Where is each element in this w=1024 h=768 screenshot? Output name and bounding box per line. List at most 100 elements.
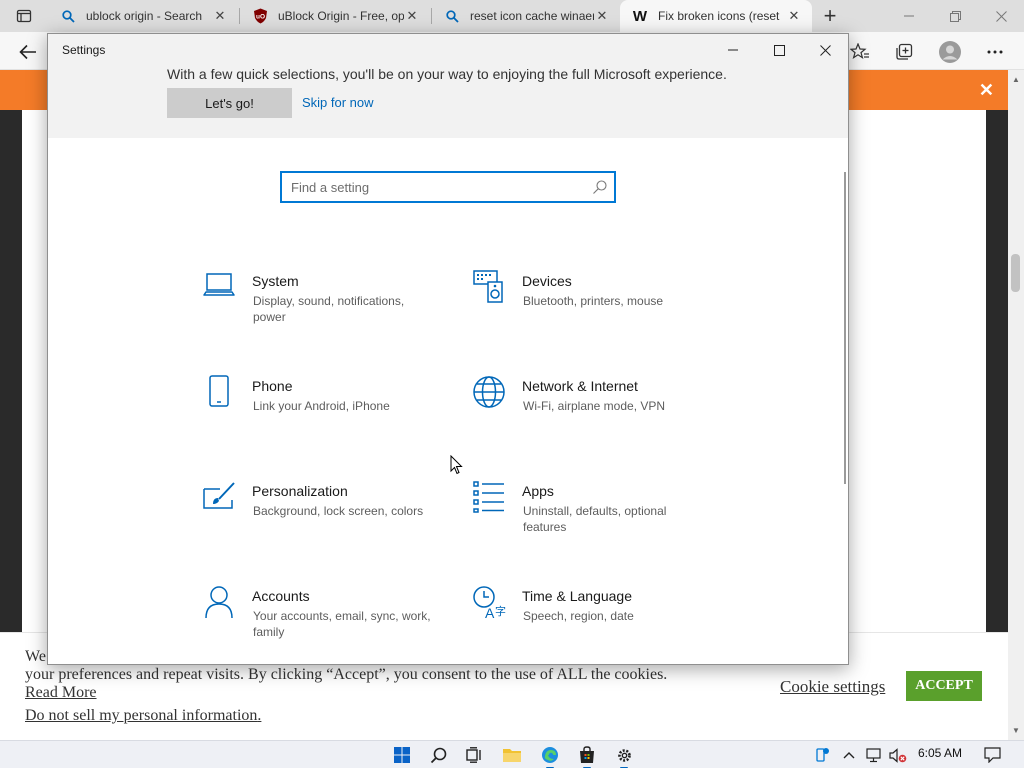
find-setting-search[interactable]: [280, 171, 616, 203]
category-description: Display, sound, notifications, power: [253, 294, 405, 324]
paintbrush-icon: [203, 482, 235, 509]
show-hidden-icons-button[interactable]: [840, 746, 858, 764]
file-explorer-button[interactable]: [500, 744, 524, 766]
person-icon: [205, 586, 233, 619]
svg-text:字: 字: [495, 604, 506, 618]
network-status-button[interactable]: [864, 746, 884, 764]
settings-title-bar: Settings: [48, 34, 848, 66]
more-menu-button[interactable]: [982, 39, 1008, 65]
volume-button[interactable]: [888, 746, 908, 764]
category-description: Speech, region, date: [523, 609, 634, 623]
collections-button[interactable]: [891, 39, 917, 65]
settings-category-devices[interactable]: Devices Bluetooth, printers, mouse: [472, 270, 712, 340]
category-description: Background, lock screen, colors: [253, 504, 424, 518]
page-scrollbar-thumb[interactable]: [1011, 254, 1020, 292]
close-tab-icon[interactable]: ✕: [786, 8, 802, 24]
settings-category-personalization[interactable]: Personalization Background, lock screen,…: [202, 480, 442, 550]
edge-browser-button[interactable]: [538, 744, 562, 768]
category-name: Devices: [522, 273, 572, 289]
do-not-sell-link[interactable]: Do not sell my personal information.: [25, 707, 261, 725]
category-name: Phone: [252, 378, 293, 394]
search-icon: [430, 747, 446, 763]
settings-minimize-button[interactable]: [710, 34, 756, 66]
category-name: Accounts: [252, 588, 310, 604]
start-button[interactable]: [390, 744, 414, 766]
category-description: Bluetooth, printers, mouse: [523, 294, 664, 308]
close-tab-icon[interactable]: ✕: [594, 8, 610, 24]
lets-go-button[interactable]: Let's go!: [167, 88, 292, 118]
category-description: Your accounts, email, sync, work, family: [253, 609, 431, 639]
settings-category-time-language[interactable]: A字 Time & Language Speech, region, date: [472, 585, 712, 655]
browser-tab-active[interactable]: W Fix broken icons (reset ✕: [620, 0, 812, 32]
settings-category-system[interactable]: System Display, sound, notifications, po…: [202, 270, 442, 340]
globe-icon: [473, 376, 505, 408]
category-name: Network & Internet: [522, 378, 638, 394]
settings-close-button[interactable]: [802, 34, 848, 66]
scroll-up-icon[interactable]: ▲: [1008, 72, 1024, 86]
tab-title: ublock origin - Search: [86, 9, 203, 23]
browser-tab[interactable]: uO uBlock Origin - Free, op ✕: [240, 0, 430, 32]
page-scrollbar[interactable]: [1008, 70, 1024, 740]
settings-app-button[interactable]: [612, 744, 636, 768]
category-name: Apps: [522, 483, 554, 499]
do-not-sell-label: Do not sell my personal information: [25, 707, 258, 724]
back-arrow-icon: [19, 44, 36, 60]
svg-text:A: A: [485, 605, 495, 619]
chevron-up-icon: [843, 752, 855, 759]
settings-scrollbar[interactable]: [844, 172, 846, 484]
skip-for-now-link[interactable]: Skip for now: [302, 95, 374, 110]
browser-close-button[interactable]: [978, 0, 1024, 32]
task-view-button[interactable]: [462, 744, 486, 766]
search-icon: [593, 180, 607, 194]
gear-icon: [617, 748, 631, 762]
more-horizontal-icon: [987, 50, 1003, 54]
taskbar-clock[interactable]: 6:05 AM: [918, 746, 962, 760]
browser-restore-button[interactable]: [932, 0, 978, 32]
read-more-link[interactable]: Read More: [25, 684, 97, 701]
ublock-icon: uO: [252, 8, 268, 24]
phone-icon: [209, 375, 229, 407]
collections-icon: [896, 43, 913, 60]
profile-button[interactable]: [937, 39, 963, 65]
notifications-button[interactable]: [982, 746, 1002, 764]
tab-title: uBlock Origin - Free, op: [278, 9, 404, 23]
settings-category-apps[interactable]: Apps Uninstall, defaults, optional featu…: [472, 480, 712, 550]
tab-actions-icon: [16, 9, 32, 23]
task-view-icon: [466, 747, 481, 763]
taskbar-search-button[interactable]: [426, 744, 450, 766]
notification-icon: [983, 747, 1001, 763]
mouse-cursor-icon: [450, 455, 463, 475]
scroll-down-icon[interactable]: ▼: [1008, 723, 1024, 737]
find-setting-input[interactable]: [291, 178, 581, 196]
settings-category-accounts[interactable]: Accounts Your accounts, email, sync, wor…: [202, 585, 442, 655]
category-name: System: [252, 273, 299, 289]
settings-category-phone[interactable]: Phone Link your Android, iPhone: [202, 375, 442, 445]
laptop-icon: [203, 273, 235, 296]
back-button[interactable]: [15, 39, 41, 65]
browser-tab-bar: ublock origin - Search ✕ uO uBlock Origi…: [0, 0, 1024, 32]
settings-maximize-button[interactable]: [756, 34, 802, 66]
tab-actions-button[interactable]: [0, 0, 48, 32]
tab-title: reset icon cache winaer: [470, 9, 594, 23]
favorites-button[interactable]: [847, 39, 873, 65]
time-language-icon: A字: [473, 586, 506, 619]
browser-minimize-button[interactable]: [886, 0, 932, 32]
close-icon: [995, 10, 1007, 22]
browser-tab[interactable]: reset icon cache winaer ✕: [432, 0, 620, 32]
category-description: Link your Android, iPhone: [253, 399, 390, 413]
accept-cookies-button[interactable]: ACCEPT: [906, 671, 982, 701]
network-icon: [865, 747, 881, 762]
close-tab-icon[interactable]: ✕: [404, 8, 420, 24]
settings-category-network[interactable]: Network & Internet Wi-Fi, airplane mode,…: [472, 375, 712, 445]
favorites-star-icon: [850, 43, 869, 59]
category-name: Personalization: [252, 483, 348, 499]
close-tab-icon[interactable]: ✕: [212, 8, 228, 24]
browser-tab[interactable]: ublock origin - Search ✕: [48, 0, 238, 32]
cookie-settings-link[interactable]: Cookie settings: [780, 677, 885, 697]
new-tab-button[interactable]: +: [818, 3, 842, 28]
tray-app-icon[interactable]: [812, 746, 832, 764]
microsoft-store-button[interactable]: [575, 744, 599, 768]
volume-muted-icon: [889, 747, 907, 763]
close-notification-icon[interactable]: ✕: [979, 80, 994, 101]
settings-window: Settings With a few quick selections, yo…: [47, 33, 849, 665]
